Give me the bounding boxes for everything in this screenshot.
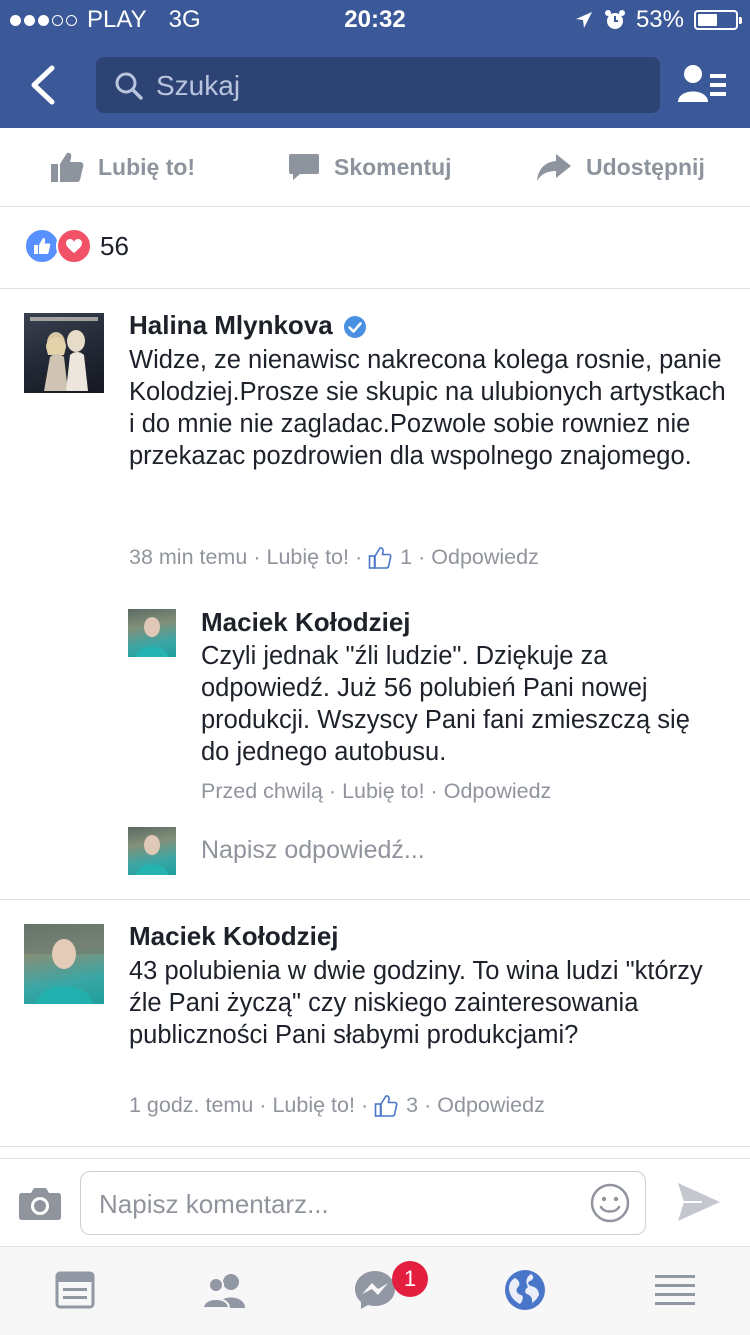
reply-meta: Przed chwilą · Lubię to! · Odpowiedz — [201, 779, 551, 804]
back-button[interactable] — [22, 62, 66, 108]
globe-notifications-icon — [505, 1270, 545, 1310]
comment-like-link[interactable]: Lubię to! — [272, 1093, 354, 1118]
share-button[interactable]: Udostępnij — [536, 128, 705, 206]
profile-photo — [136, 617, 168, 657]
bullet: · — [328, 779, 337, 803]
emoji-button[interactable] — [589, 1182, 631, 1224]
comment-like-link[interactable]: Lubię to! — [266, 545, 348, 570]
album-cover-image — [30, 317, 98, 391]
reply-reply-link[interactable]: Odpowiedz — [444, 779, 552, 804]
comment-text: Widze, ze nienawisc nakrecona kolega ros… — [129, 346, 726, 470]
comment-author[interactable]: Maciek Kołodziej — [129, 921, 339, 952]
friend-requests-icon — [678, 65, 726, 102]
location-arrow-icon — [575, 12, 592, 28]
post-actions-bar: Lubię to! Skomentuj Udostępnij — [0, 128, 750, 207]
comment-like-count[interactable]: 3 — [406, 1093, 418, 1118]
avatar[interactable] — [24, 924, 104, 1004]
friend-requests-button[interactable] — [676, 62, 728, 108]
status-right: 53% — [574, 6, 742, 34]
comment-box[interactable] — [80, 1171, 646, 1235]
bottom-tab-bar: 1 — [0, 1246, 750, 1335]
comment-text: 43 polubienia w dwie godziny. To wina lu… — [129, 957, 703, 1049]
comment-composer — [0, 1158, 750, 1247]
tab-menu[interactable] — [650, 1265, 700, 1315]
comment-reply-link[interactable]: Odpowiedz — [437, 1093, 545, 1118]
messenger-badge: 1 — [392, 1261, 428, 1297]
status-bar: PLAY 3G 20:32 53% — [0, 0, 750, 40]
comment-meta: 38 min temu · Lubię to! · 1 · Odpowiedz — [129, 545, 539, 570]
reactions-summary[interactable]: 56 — [24, 228, 129, 264]
reply-text: Czyli jednak "źli ludzie". Dziękuje za o… — [201, 642, 690, 766]
send-arrow-icon — [678, 1183, 720, 1221]
avatar[interactable] — [24, 313, 104, 393]
comment-time[interactable]: 38 min temu — [129, 545, 247, 570]
divider — [0, 1146, 750, 1147]
comment-time[interactable]: 1 godz. temu — [129, 1093, 253, 1118]
camera-button[interactable] — [18, 1187, 62, 1221]
profile-photo — [136, 835, 168, 875]
battery-icon — [694, 10, 742, 30]
reply-like-link[interactable]: Lubię to! — [342, 779, 424, 804]
comment-input[interactable] — [97, 1182, 581, 1226]
thumbs-up-outline-icon — [368, 546, 392, 569]
comment-author[interactable]: Halina Mlynkova — [129, 310, 367, 341]
back-chevron-icon — [31, 65, 55, 105]
comment-like-count[interactable]: 1 — [400, 545, 412, 570]
reply-author[interactable]: Maciek Kołodziej — [201, 607, 411, 638]
thumbs-up-outline-icon — [374, 1094, 398, 1117]
like-label: Lubię to! — [98, 153, 196, 180]
search-box[interactable] — [96, 57, 660, 113]
bullet: · — [253, 545, 261, 569]
comment-reply-link[interactable]: Odpowiedz — [431, 545, 539, 570]
menu-icon — [655, 1275, 695, 1305]
author-name: Halina Mlynkova — [129, 310, 333, 340]
like-reaction-icon — [24, 228, 60, 264]
top-bar: PLAY 3G 20:32 53% — [0, 0, 750, 128]
divider — [0, 899, 750, 900]
bullet: · — [430, 779, 438, 803]
messenger-icon — [355, 1271, 395, 1309]
avatar[interactable] — [128, 609, 176, 657]
send-button[interactable] — [676, 1181, 722, 1223]
bullet: · — [424, 1093, 432, 1117]
share-label: Udostępnij — [586, 153, 705, 180]
divider — [0, 288, 750, 289]
comment-bubble-icon — [289, 154, 319, 180]
tab-news-feed[interactable] — [50, 1265, 100, 1315]
friends-icon — [201, 1274, 245, 1308]
alarm-icon — [604, 10, 625, 29]
avatar — [128, 827, 176, 875]
bullet: · — [360, 1093, 369, 1117]
smiley-icon — [590, 1183, 630, 1223]
bullet: · — [354, 545, 363, 569]
tab-notifications[interactable] — [500, 1265, 550, 1315]
thumbs-up-icon — [51, 152, 84, 182]
love-reaction-icon — [56, 228, 92, 264]
comment-label: Skomentuj — [334, 153, 452, 180]
news-feed-icon — [55, 1271, 95, 1309]
like-button[interactable]: Lubię to! — [50, 128, 195, 206]
share-arrow-icon — [537, 154, 571, 181]
camera-icon — [19, 1188, 61, 1220]
battery-percent: 53% — [635, 6, 684, 33]
search-input[interactable] — [154, 65, 638, 107]
verified-badge-icon — [343, 316, 366, 339]
search-icon — [115, 72, 143, 100]
bullet: · — [418, 545, 426, 569]
reaction-count: 56 — [100, 230, 129, 261]
comment-meta: 1 godz. temu · Lubię to! · 3 · Odpowiedz — [129, 1093, 545, 1118]
reply-time[interactable]: Przed chwilą — [201, 779, 323, 804]
bullet: · — [259, 1093, 267, 1117]
profile-photo — [24, 924, 104, 1004]
tab-friends[interactable] — [200, 1265, 250, 1315]
comment-button[interactable]: Skomentuj — [288, 128, 452, 206]
write-reply-input[interactable]: Napisz odpowiedź... — [201, 836, 425, 865]
